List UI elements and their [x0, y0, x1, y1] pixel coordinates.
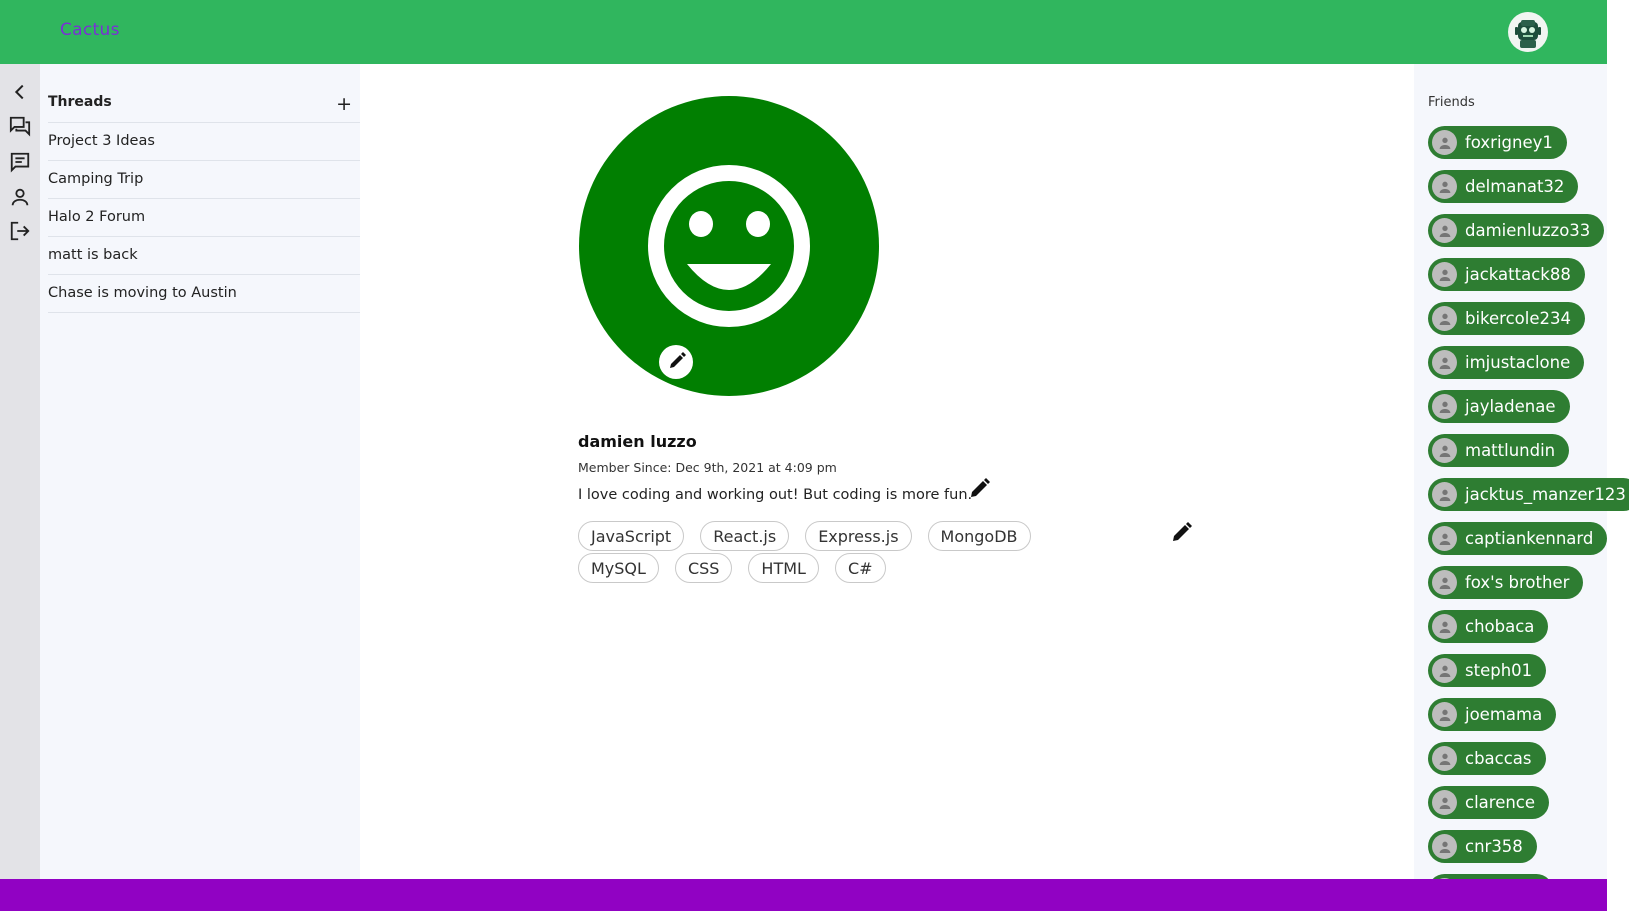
edit-avatar-button[interactable] — [659, 345, 693, 379]
friend-chip[interactable]: fox's brother — [1428, 566, 1584, 599]
person-icon — [1432, 702, 1457, 727]
skill-chip[interactable]: MongoDB — [927, 521, 1031, 551]
skill-chip[interactable]: C# — [834, 553, 886, 583]
profile-avatar — [579, 96, 879, 396]
friend-chip[interactable]: clarence — [1428, 786, 1550, 819]
friend-name: delmanat32 — [1465, 177, 1565, 196]
person-icon — [1432, 790, 1457, 815]
thread-list: Project 3 Ideas Camping Trip Halo 2 Foru… — [48, 123, 360, 313]
person-icon — [1432, 746, 1457, 771]
threads-title: Threads — [48, 94, 112, 110]
logout-icon[interactable] — [9, 220, 31, 242]
skill-chip[interactable]: React.js — [700, 521, 790, 551]
user-avatar[interactable] — [1508, 12, 1548, 52]
friend-chip[interactable]: steph01 — [1428, 654, 1547, 687]
person-icon — [1432, 350, 1457, 375]
skill-chip[interactable]: HTML — [748, 553, 819, 583]
friend-name: damienluzzo33 — [1465, 221, 1591, 240]
smiley-face-icon — [648, 165, 810, 327]
friend-name: imjustaclone — [1465, 353, 1571, 372]
person-icon — [1432, 218, 1457, 243]
friend-name: jayladenae — [1465, 397, 1556, 416]
friend-name: mattlundin — [1465, 441, 1556, 460]
friend-chip[interactable]: delmanat32 — [1428, 170, 1579, 203]
friend-name: chobaca — [1465, 617, 1535, 636]
thread-item[interactable]: Chase is moving to Austin — [48, 275, 360, 313]
person-icon[interactable] — [9, 186, 31, 208]
edit-bio-button[interactable] — [968, 476, 992, 500]
friends-panel: Friends foxrigney1 delmanat32 damienluzzo3… — [1414, 64, 1629, 907]
person-icon — [1432, 174, 1457, 199]
profile-name: damien luzzo — [578, 432, 697, 451]
person-icon — [1432, 614, 1457, 639]
person-icon — [1432, 394, 1457, 419]
profile-bio: I love coding and working out! But codin… — [578, 487, 973, 503]
profile-main — [360, 64, 1414, 879]
friend-name: foxrigney1 — [1465, 133, 1553, 152]
add-thread-button[interactable]: + — [336, 94, 352, 114]
person-icon — [1432, 834, 1457, 859]
pencil-icon — [1173, 522, 1192, 541]
thread-item[interactable]: Camping Trip — [48, 161, 360, 199]
friend-name: captiankennard — [1465, 529, 1594, 548]
person-icon — [1432, 570, 1457, 595]
friend-name: joemama — [1465, 705, 1543, 724]
friend-chip[interactable]: chobaca — [1428, 610, 1549, 643]
friend-name: steph01 — [1465, 661, 1533, 680]
friend-name: jacktus_manzer123 — [1465, 485, 1626, 504]
chat-icon[interactable] — [9, 151, 31, 173]
friend-chip[interactable]: cbaccas — [1428, 742, 1546, 775]
thread-item[interactable]: matt is back — [48, 237, 360, 275]
icon-rail — [0, 64, 40, 879]
threads-header: Threads + — [48, 94, 360, 123]
friend-chip[interactable]: mattlundin — [1428, 434, 1570, 467]
threads-panel: Threads + Project 3 Ideas Camping Trip H… — [40, 64, 360, 879]
friend-name: cnr358 — [1465, 837, 1523, 856]
forum-icon[interactable] — [9, 115, 31, 137]
person-icon — [1432, 130, 1457, 155]
friend-chip[interactable]: joemama — [1428, 698, 1557, 731]
friend-name: bikercole234 — [1465, 309, 1571, 328]
brand-logo[interactable]: Cactus — [60, 20, 120, 40]
friend-chip[interactable]: bikercole234 — [1428, 302, 1585, 335]
skill-chip[interactable]: JavaScript — [578, 521, 685, 551]
friend-name: jackattack88 — [1465, 265, 1571, 284]
thread-item[interactable]: Halo 2 Forum — [48, 199, 360, 237]
friend-name: clarence — [1465, 793, 1536, 812]
footer-bar — [0, 879, 1607, 911]
pencil-icon — [971, 478, 990, 497]
friend-chip[interactable]: captiankennard — [1428, 522, 1608, 555]
edit-skills-button[interactable] — [1170, 520, 1194, 544]
friend-name: fox's brother — [1465, 573, 1570, 592]
top-header: Cactus — [0, 0, 1607, 64]
pencil-icon — [670, 352, 686, 368]
skill-chip[interactable]: Express.js — [805, 521, 912, 551]
robot-avatar-icon — [1515, 20, 1541, 48]
friend-chip[interactable]: jayladenae — [1428, 390, 1570, 423]
person-icon — [1432, 438, 1457, 463]
friend-chip[interactable]: imjustaclone — [1428, 346, 1585, 379]
friends-title: Friends — [1428, 95, 1475, 110]
friend-name: cbaccas — [1465, 749, 1532, 768]
friend-chip[interactable]: jackattack88 — [1428, 258, 1585, 291]
person-icon — [1432, 482, 1457, 507]
person-icon — [1432, 526, 1457, 551]
skill-chip[interactable]: MySQL — [578, 553, 659, 583]
person-icon — [1432, 658, 1457, 683]
skill-chip[interactable]: CSS — [674, 553, 733, 583]
skills-list: JavaScript React.js Express.js MongoDB M… — [578, 521, 1138, 585]
friend-chip[interactable]: foxrigney1 — [1428, 126, 1567, 159]
friend-chip[interactable]: jacktus_manzer123 — [1428, 478, 1629, 511]
person-icon — [1432, 262, 1457, 287]
friend-chip[interactable]: cnr358 — [1428, 830, 1537, 863]
person-icon — [1432, 306, 1457, 331]
member-since: Member Since: Dec 9th, 2021 at 4:09 pm — [578, 460, 837, 475]
thread-item[interactable]: Project 3 Ideas — [48, 123, 360, 161]
chevron-left-icon[interactable] — [9, 81, 31, 103]
friend-chip[interactable]: damienluzzo33 — [1428, 214, 1605, 247]
